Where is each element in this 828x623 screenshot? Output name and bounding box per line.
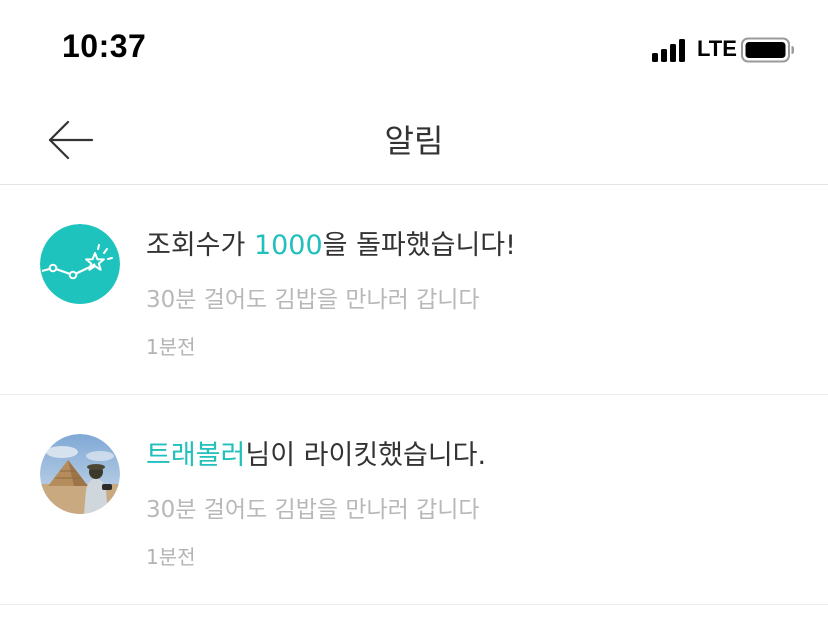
notification-article-title: 30분 걸어도 김밥을 만나러 갑니다 — [146, 287, 480, 313]
notification-item[interactable]: 트래볼러님이 라이킷했습니다. 30분 걸어도 김밥을 만나러 갑니다 1분전 — [0, 395, 828, 605]
user-name-link[interactable]: 트래볼러 — [146, 440, 245, 471]
notification-article-title: 30분 걸어도 김밥을 만나러 갑니다 — [146, 497, 480, 523]
notification-title: 조회수가 1000을 돌파했습니다! — [146, 230, 516, 261]
network-type-label: LTE — [697, 36, 737, 61]
battery-full-icon — [741, 37, 794, 63]
notification-time: 1분전 — [146, 335, 196, 359]
nav-header: 알림 — [0, 96, 828, 185]
signal-bars-icon — [652, 39, 685, 62]
notification-title: 트래볼러님이 라이킷했습니다. — [146, 440, 487, 471]
rising-chart-star-icon — [40, 224, 120, 304]
status-time: 10:37 — [62, 28, 147, 64]
notification-avatar — [40, 224, 120, 304]
user-photo-pyramid — [40, 434, 120, 514]
status-bar: 10:37 LTE — [0, 0, 828, 96]
notification-time: 1분전 — [146, 545, 196, 569]
notification-list: 조회수가 1000을 돌파했습니다! 30분 걸어도 김밥을 만나러 갑니다 1… — [0, 185, 828, 605]
highlight-count: 1000 — [253, 230, 323, 261]
page-title: 알림 — [384, 122, 444, 160]
user-avatar[interactable] — [40, 434, 120, 514]
notification-item[interactable]: 조회수가 1000을 돌파했습니다! 30분 걸어도 김밥을 만나러 갑니다 1… — [0, 185, 828, 395]
